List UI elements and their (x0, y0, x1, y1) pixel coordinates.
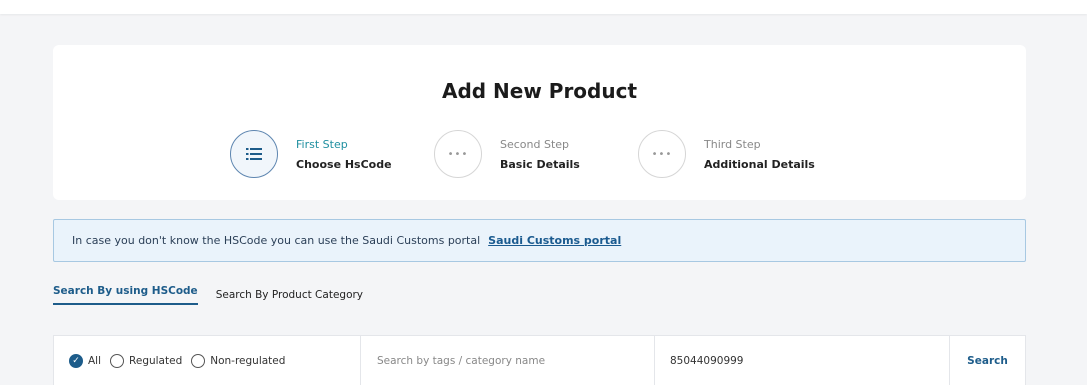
info-text: In case you don't know the HSCode you ca… (72, 234, 481, 247)
radio-circle-icon (191, 353, 206, 368)
search-bar: ✓ All Regulated Non-regulated Search (53, 335, 1026, 385)
step-circle (230, 130, 278, 178)
radio-label: All (88, 354, 102, 367)
page-title: Add New Product (441, 79, 638, 103)
radio-all[interactable]: ✓ All (69, 353, 102, 368)
list-icon (246, 148, 262, 160)
hscode-field (655, 336, 950, 385)
radio-label: Regulated (129, 354, 183, 367)
radio-circle-icon (110, 353, 125, 368)
step-label: Third Step (704, 138, 761, 151)
tags-field (361, 336, 655, 385)
ellipsis-icon: ••• (651, 148, 673, 160)
step-name: Basic Details (500, 158, 580, 171)
regulation-filter: ✓ All Regulated Non-regulated (54, 336, 361, 385)
step-circle: ••• (638, 130, 686, 178)
tab-search-by-category[interactable]: Search By Product Category (216, 289, 363, 307)
step-circle: ••• (434, 130, 482, 178)
tab-search-by-hscode[interactable]: Search By using HSCode (53, 285, 198, 305)
search-button[interactable]: Search (950, 336, 1025, 385)
hscode-input[interactable] (670, 354, 949, 367)
info-banner: In case you don't know the HSCode you ca… (53, 219, 1026, 262)
step-name: Additional Details (704, 158, 815, 171)
check-icon: ✓ (69, 353, 83, 368)
saudi-customs-link[interactable]: Saudi Customs portal (488, 234, 621, 247)
radio-label: Non-regulated (210, 354, 286, 367)
ellipsis-icon: ••• (447, 148, 469, 160)
step-label: First Step (296, 138, 348, 151)
top-bar (0, 0, 1087, 14)
steps-card: Add New Product First Step Choose HsCode… (53, 45, 1026, 200)
tags-search-input[interactable] (377, 354, 654, 367)
step-name: Choose HsCode (296, 158, 392, 171)
radio-non-regulated[interactable]: Non-regulated (191, 353, 286, 368)
radio-regulated[interactable]: Regulated (110, 353, 183, 368)
step-label: Second Step (500, 138, 570, 151)
search-tabs: Search By using HSCode Search By Product… (53, 285, 381, 309)
